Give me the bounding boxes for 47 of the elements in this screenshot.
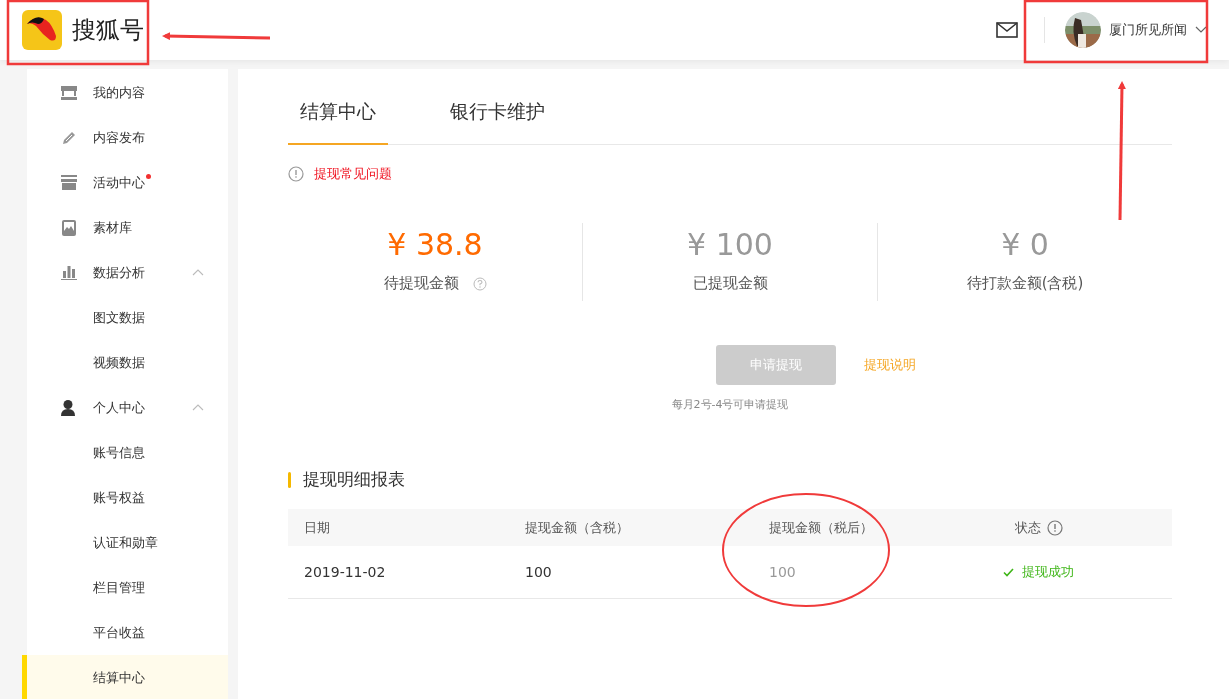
chevron-down-icon[interactable] bbox=[1195, 26, 1207, 34]
logo-icon bbox=[22, 10, 62, 50]
user-name[interactable]: 厦门所见所闻 bbox=[1109, 21, 1187, 39]
amount-value: ¥ 100 bbox=[687, 227, 773, 262]
column-header: 状态 bbox=[1014, 518, 1041, 537]
sidebar-item[interactable]: 素材库 bbox=[22, 205, 228, 250]
sidebar-item[interactable]: 内容发布 bbox=[22, 115, 228, 160]
amount-value: ¥ 0 bbox=[1001, 227, 1049, 262]
sidebar-item[interactable]: 账号权益 bbox=[22, 475, 228, 520]
tab[interactable]: 银行卡维护 bbox=[438, 87, 557, 145]
storefront-icon bbox=[61, 85, 77, 100]
sidebar-item[interactable]: 栏目管理 bbox=[22, 565, 228, 610]
logo-text: 搜狐号 bbox=[72, 15, 144, 46]
table-cell: 100 bbox=[769, 564, 796, 580]
tab[interactable]: 结算中心 bbox=[288, 87, 388, 145]
column-header: 提现金额（税后） bbox=[769, 518, 873, 537]
sidebar-item[interactable]: 结算中心 bbox=[22, 655, 228, 699]
table-cell: 2019-11-02 bbox=[304, 564, 386, 580]
sidebar-item[interactable]: 数据分析 bbox=[22, 250, 228, 295]
sidebar-item[interactable]: 个人中心 bbox=[22, 385, 228, 430]
sidebar-item[interactable]: 认证和勋章 bbox=[22, 520, 228, 565]
sidebar-item[interactable]: 视频数据 bbox=[22, 340, 228, 385]
notification-dot bbox=[146, 174, 151, 179]
info-icon bbox=[288, 166, 304, 182]
column-header: 日期 bbox=[304, 518, 330, 537]
amount-value: ¥ 38.8 bbox=[387, 227, 483, 262]
column-header: 提现金额（含税） bbox=[525, 518, 629, 537]
check-icon bbox=[1003, 567, 1014, 577]
mail-icon[interactable] bbox=[996, 22, 1018, 38]
faq-link[interactable]: 提现常见问题 bbox=[314, 165, 392, 183]
sidebar-item[interactable]: 账号信息 bbox=[22, 430, 228, 475]
bar-chart-icon bbox=[61, 265, 77, 280]
amount-label: 已提现金额 bbox=[692, 274, 768, 293]
image-icon bbox=[61, 219, 77, 236]
sidebar-item[interactable]: 图文数据 bbox=[22, 295, 228, 340]
section-title: 提现明细报表 bbox=[303, 468, 405, 491]
pencil-icon bbox=[61, 129, 77, 146]
sidebar-item[interactable]: 平台收益 bbox=[22, 610, 228, 655]
sidebar-item[interactable]: 活动中心 bbox=[22, 160, 228, 205]
info-icon[interactable] bbox=[1046, 519, 1063, 536]
status-text: 提现成功 bbox=[1003, 563, 1074, 581]
sidebar-item[interactable]: 我的内容 bbox=[22, 70, 228, 115]
hint-text: 每月2号-4号可申请提现 bbox=[671, 397, 789, 412]
amount-label: 待提现金额 bbox=[383, 274, 459, 293]
amount-label: 待打款金额(含税) bbox=[966, 274, 1084, 293]
person-icon bbox=[61, 399, 75, 416]
table-cell: 100 bbox=[525, 564, 552, 580]
